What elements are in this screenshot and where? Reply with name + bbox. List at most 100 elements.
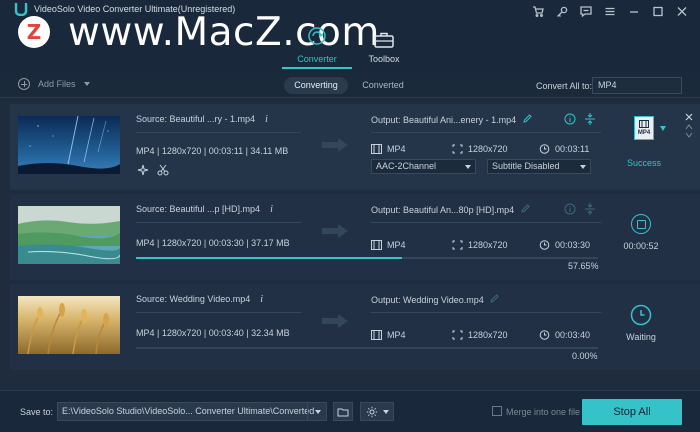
output-format: MP4 [371, 144, 406, 154]
output-filename: Output: Beautiful Ani...enery - 1.mp4 [371, 114, 532, 125]
output-format: MP4 [371, 240, 406, 250]
audio-track-select[interactable]: AAC-2Channel [371, 159, 476, 174]
merge-checkbox[interactable] [492, 406, 502, 416]
watermark-text: www.MacZ.com [68, 10, 380, 55]
output-duration: 00:03:40 [539, 330, 590, 340]
film-icon [371, 330, 382, 340]
settings-button[interactable] [360, 402, 394, 421]
film-icon [639, 120, 649, 128]
minimize-icon[interactable] [622, 3, 646, 19]
key-icon[interactable] [550, 3, 574, 19]
add-files-button[interactable]: Add Files [18, 78, 90, 90]
tab-converting[interactable]: Converting [284, 77, 348, 94]
output-text: Output: Beautiful Ani...enery - 1.mp4 [371, 115, 517, 125]
video-thumbnail[interactable] [18, 116, 120, 174]
sub-toolbar: Add Files Converting Converted Convert A… [0, 72, 700, 98]
info-circle-icon[interactable] [562, 202, 578, 216]
output-resolution-text: 1280x720 [468, 144, 508, 154]
progress-bar [136, 257, 598, 259]
move-up-icon[interactable] [685, 124, 693, 130]
folder-icon [337, 408, 349, 417]
output-resolution: 1280x720 [452, 330, 508, 340]
file-row: Source: Beautiful ...ry - 1.mp4 i MP4 | 1… [10, 104, 700, 190]
progress-fill [136, 257, 403, 259]
output-actions [562, 112, 602, 126]
edit-icon[interactable] [522, 114, 532, 123]
status-label: Success [626, 158, 661, 168]
source-meta: MP4 | 1280x720 | 00:03:40 | 32.34 MB [136, 328, 290, 338]
enhance-icon[interactable] [137, 164, 149, 176]
close-icon[interactable] [685, 113, 693, 121]
output-filename: Output: Wedding Video.mp4 [371, 294, 499, 305]
progress-percent: 57.65% [568, 261, 599, 271]
open-folder-button[interactable] [333, 402, 353, 421]
subtitle-value: Subtitle Disabled [492, 161, 560, 171]
source-text: Source: Wedding Video.mp4 [136, 294, 251, 304]
info-icon[interactable]: i [265, 114, 268, 125]
output-format-badge[interactable]: MP4 [634, 116, 654, 140]
tab-converted[interactable]: Converted [358, 77, 408, 94]
output-format-text: MP4 [387, 144, 406, 154]
convert-all-label: Convert All to: [536, 81, 593, 91]
edit-icon[interactable] [520, 204, 530, 213]
arrow-right-icon [322, 314, 348, 328]
info-circle-icon[interactable] [562, 112, 578, 126]
compress-icon[interactable] [582, 202, 598, 216]
info-icon[interactable]: i [260, 294, 263, 305]
divider [307, 403, 308, 420]
status-label: 00:00:52 [623, 241, 659, 251]
tab-toolbox-label: Toolbox [368, 54, 400, 64]
convert-all-select[interactable]: MP4 [592, 77, 682, 94]
format-dropdown-icon[interactable] [660, 126, 666, 131]
output-text: Output: Wedding Video.mp4 [371, 295, 484, 305]
edit-icon[interactable] [490, 294, 499, 303]
cut-icon[interactable] [157, 164, 169, 176]
audio-track-value: AAC-2Channel [376, 161, 437, 171]
divider [136, 222, 301, 223]
output-duration-text: 00:03:11 [555, 144, 590, 154]
save-to-label: Save to: [20, 407, 54, 417]
add-icon [18, 78, 30, 90]
bottom-bar: Save to: E:\VideoSolo Studio\VideoSolo..… [0, 390, 700, 432]
video-thumbnail[interactable] [18, 206, 120, 264]
save-path-select[interactable]: E:\VideoSolo Studio\VideoSolo... Convert… [57, 402, 327, 421]
chevron-down-icon[interactable] [83, 82, 90, 86]
info-icon[interactable]: i [270, 204, 273, 215]
video-thumbnail[interactable] [18, 296, 120, 354]
maximize-icon[interactable] [646, 3, 670, 19]
file-row: Source: Wedding Video.mp4 i MP4 | 1280x72… [10, 284, 700, 370]
title-bar: VideoSolo Video Converter Ultimate(Unreg… [0, 0, 700, 72]
stop-all-button[interactable]: Stop All [582, 399, 682, 425]
tab-active-indicator [282, 67, 352, 69]
source-filename: Source: Beautiful ...ry - 1.mp4 i [136, 114, 268, 125]
chevron-down-icon [580, 165, 586, 169]
move-down-icon[interactable] [685, 132, 693, 138]
output-format: MP4 [371, 330, 406, 340]
stop-icon[interactable] [631, 214, 651, 234]
toolbox-icon [374, 32, 394, 48]
gear-icon [366, 406, 378, 418]
add-files-label: Add Files [38, 79, 76, 89]
output-resolution: 1280x720 [452, 144, 508, 154]
chevron-down-icon [383, 410, 389, 414]
arrow-right-icon [322, 138, 348, 152]
feedback-icon[interactable] [574, 3, 598, 19]
output-duration-text: 00:03:30 [555, 240, 591, 250]
divider [136, 132, 301, 133]
divider [371, 132, 601, 133]
cart-icon[interactable] [526, 3, 550, 19]
subtitle-select[interactable]: Subtitle Disabled [487, 159, 591, 174]
app-logo-icon [14, 3, 28, 16]
chevron-down-icon[interactable] [315, 410, 321, 414]
output-text: Output: Beautiful An...80p [HD].mp4 [371, 205, 515, 215]
menu-icon[interactable] [598, 3, 622, 19]
compress-icon[interactable] [582, 112, 598, 126]
close-icon[interactable] [670, 3, 694, 19]
arrow-right-icon [322, 224, 348, 238]
save-path-value: E:\VideoSolo Studio\VideoSolo... Convert… [62, 406, 315, 416]
waiting-icon [630, 304, 652, 326]
output-actions [562, 202, 602, 216]
output-filename: Output: Beautiful An...80p [HD].mp4 [371, 204, 530, 215]
output-duration: 00:03:30 [539, 240, 590, 250]
watermark-badge-letter: Z [26, 20, 42, 44]
